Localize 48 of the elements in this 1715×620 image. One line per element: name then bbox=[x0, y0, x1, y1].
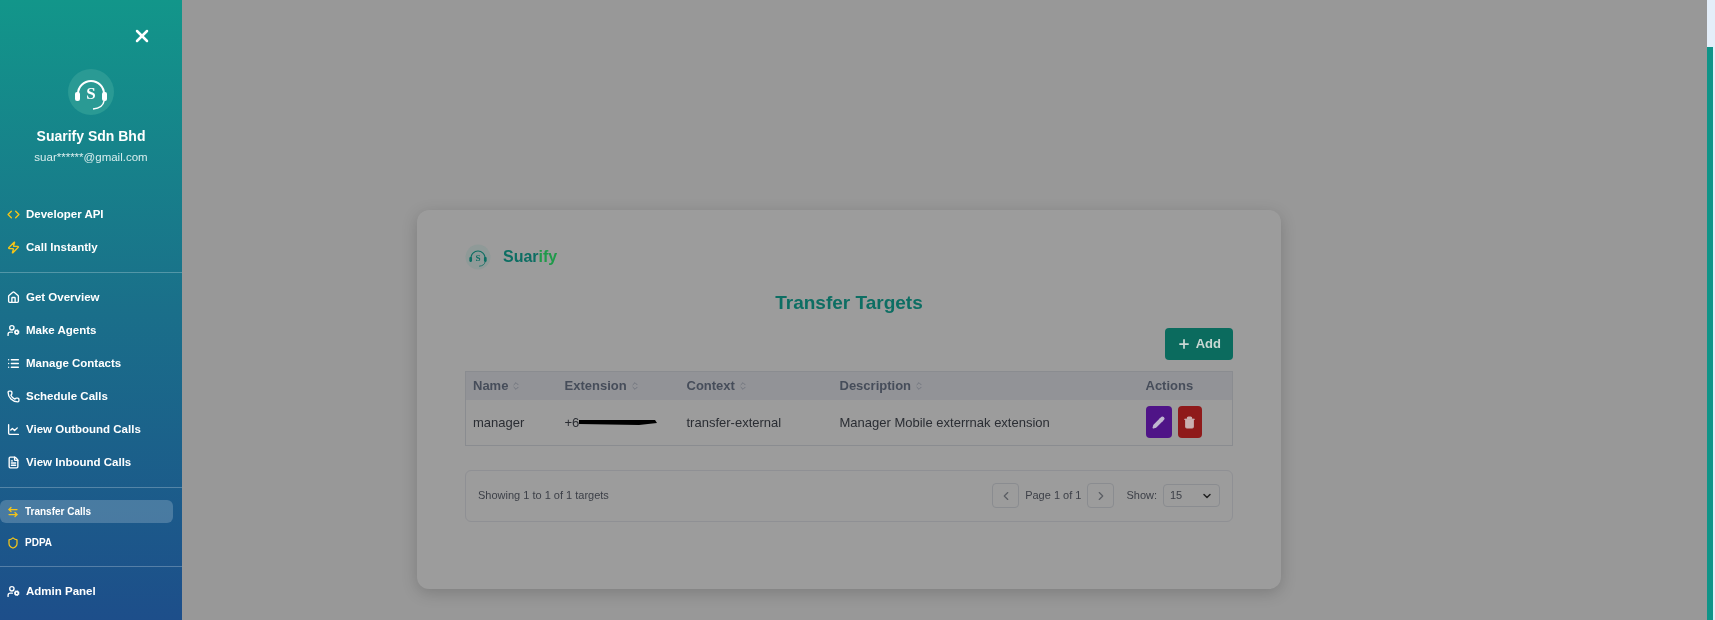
brand-name: Suarify bbox=[503, 247, 558, 267]
nav-item[interactable]: Make Agents bbox=[0, 318, 173, 344]
swap-arrows-icon bbox=[7, 505, 19, 518]
pencil-icon bbox=[1152, 415, 1165, 429]
page-indicator: Page 1 of 1 bbox=[1025, 488, 1082, 504]
shield-icon bbox=[7, 536, 19, 549]
user-gear-icon bbox=[7, 324, 20, 338]
document-icon bbox=[7, 456, 20, 470]
nav-item[interactable]: Schedule Calls bbox=[0, 384, 173, 410]
trash-icon bbox=[1183, 415, 1196, 429]
nav-item[interactable]: PDPA bbox=[0, 531, 173, 555]
nav-item[interactable]: View Inbound Calls bbox=[0, 450, 173, 476]
table-cell-text: +6 bbox=[564, 413, 580, 432]
table-cell: transfer-external bbox=[679, 400, 833, 445]
lightning-icon bbox=[7, 241, 20, 255]
add-button[interactable]: Add bbox=[1164, 327, 1233, 360]
page-title: Transfer Targets bbox=[774, 291, 924, 315]
nav-item[interactable]: Transfer Calls bbox=[0, 500, 173, 524]
next-page-button[interactable] bbox=[1087, 483, 1115, 508]
nav-item[interactable]: View Outbound Calls bbox=[0, 417, 173, 443]
column-header[interactable]: Name bbox=[465, 371, 558, 400]
headset-logo-icon: S bbox=[67, 68, 115, 116]
nav-item[interactable]: Developer API bbox=[0, 202, 173, 228]
user-gear-icon bbox=[7, 585, 20, 599]
nav-item[interactable]: Manage Contacts bbox=[0, 351, 173, 377]
list-icon bbox=[7, 357, 20, 371]
nav-item[interactable]: Admin Panel bbox=[0, 579, 173, 605]
column-header[interactable]: Context bbox=[679, 371, 833, 400]
home-icon bbox=[7, 291, 20, 305]
edit-button[interactable] bbox=[1145, 406, 1172, 439]
previous-page-button[interactable] bbox=[992, 483, 1020, 508]
headset-logo-icon: S bbox=[465, 244, 491, 270]
nav-item[interactable]: Call Instantly bbox=[0, 235, 173, 261]
line-chart-icon bbox=[7, 423, 20, 437]
show-label: Show: bbox=[1126, 488, 1157, 504]
company-name: Suarify Sdn Bhd bbox=[36, 127, 146, 146]
nav-item[interactable]: Get Overview bbox=[0, 285, 173, 311]
column-header[interactable]: Description bbox=[832, 371, 1139, 400]
table-cell: manager bbox=[465, 400, 558, 445]
results-summary: Showing 1 to 1 of 1 targets bbox=[478, 488, 609, 504]
page-size-select[interactable]: 15 bbox=[1163, 484, 1220, 507]
column-header: Actions bbox=[1138, 371, 1233, 400]
plus-icon bbox=[1176, 336, 1191, 351]
phone-icon bbox=[7, 390, 20, 404]
user-email: suar******@gmail.com bbox=[34, 150, 148, 165]
delete-button[interactable] bbox=[1177, 406, 1202, 439]
column-header[interactable]: Extension bbox=[557, 371, 680, 400]
table-cell: Manager Mobile exterrnak extension bbox=[832, 400, 1139, 445]
